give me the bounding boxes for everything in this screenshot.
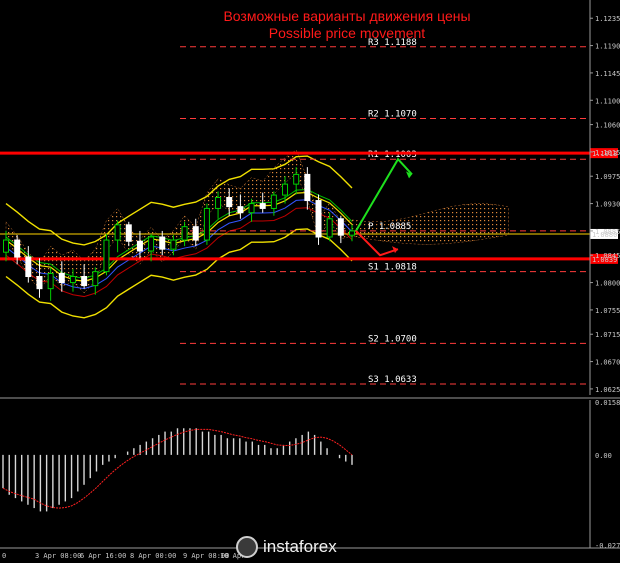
candle-body — [337, 218, 344, 236]
price-tick-label: 1.0885 — [595, 228, 620, 236]
candle-body — [237, 206, 244, 214]
candle-body — [58, 272, 65, 284]
candle-body — [125, 224, 132, 242]
candle-body — [114, 224, 121, 241]
pivot-label-s2: S2 1.0700 — [368, 334, 417, 344]
price-tick-label: 1.1190 — [595, 43, 620, 51]
candle-body — [315, 200, 322, 238]
candle-body — [14, 239, 21, 258]
time-tick-label: 3 Apr 08:00 — [35, 552, 81, 560]
watermark-logo: instaforex — [236, 534, 376, 560]
candle-body — [326, 218, 333, 238]
macd-tick-label: 0.01585 — [595, 399, 620, 407]
chart-title: Возможные варианты движения цены — [223, 8, 470, 24]
macd-tick-label: -0.02714 — [595, 542, 620, 550]
candle-body — [148, 236, 155, 252]
price-tick-label: 1.0845 — [595, 252, 620, 260]
price-tick-label: 1.0755 — [595, 307, 620, 315]
candle-body — [282, 183, 289, 196]
time-tick-label: 6 Apr 16:00 — [80, 552, 126, 560]
candle-body — [203, 207, 210, 241]
price-tick-label: 1.0930 — [595, 201, 620, 209]
price-tick-label: 1.0800 — [595, 280, 620, 288]
macd-tick-label: 0.00 — [595, 452, 612, 460]
candle-body — [103, 239, 110, 273]
time-tick-label: 8 Apr 00:00 — [130, 552, 176, 560]
candle-body — [36, 276, 43, 290]
candle-body — [270, 194, 277, 209]
pivot-label-s3: S3 1.0633 — [368, 375, 417, 385]
chart-subtitle: Possible price movement — [269, 25, 426, 41]
candle-body — [170, 239, 177, 250]
candle-body — [293, 173, 300, 185]
price-tick-label: 1.1100 — [595, 97, 620, 105]
candle-body — [248, 203, 255, 214]
candle-body — [304, 173, 311, 202]
price-tick-label: 1.1060 — [595, 122, 620, 130]
price-tick-label: 1.0715 — [595, 331, 620, 339]
candle-body — [215, 197, 222, 209]
candle-body — [25, 256, 32, 277]
candle-body — [349, 230, 355, 236]
pivot-label-s1: S1 1.0818 — [368, 263, 417, 273]
price-chart: R3 1.1188R2 1.1070R1 1.1003P 1.0885S1 1.… — [0, 0, 620, 563]
candle-body — [47, 272, 54, 290]
price-tick-label: 1.1015 — [595, 149, 620, 157]
price-tick-label: 1.1235 — [595, 15, 620, 23]
pivot-label-p: P 1.0885 — [368, 222, 411, 232]
candle-body — [136, 240, 143, 252]
price-tick-label: 1.1145 — [595, 70, 620, 78]
watermark-text: instaforex — [263, 537, 337, 556]
price-tick-label: 1.0625 — [595, 386, 620, 394]
price-tick-label: 1.0975 — [595, 173, 620, 181]
time-tick-label: 0 — [2, 552, 6, 560]
candle-body — [69, 276, 76, 284]
candle-body — [181, 226, 188, 241]
candle-body — [92, 271, 99, 287]
price-tick-label: 1.0670 — [595, 359, 620, 367]
candle-body — [259, 203, 266, 209]
candle-body — [81, 276, 88, 287]
candle-body — [192, 226, 199, 241]
candle-body — [3, 239, 9, 253]
candle-body — [226, 197, 233, 208]
candle-body — [159, 236, 166, 250]
pivot-label-r2: R2 1.1070 — [368, 110, 417, 120]
instaforex-logo-icon — [236, 536, 258, 558]
